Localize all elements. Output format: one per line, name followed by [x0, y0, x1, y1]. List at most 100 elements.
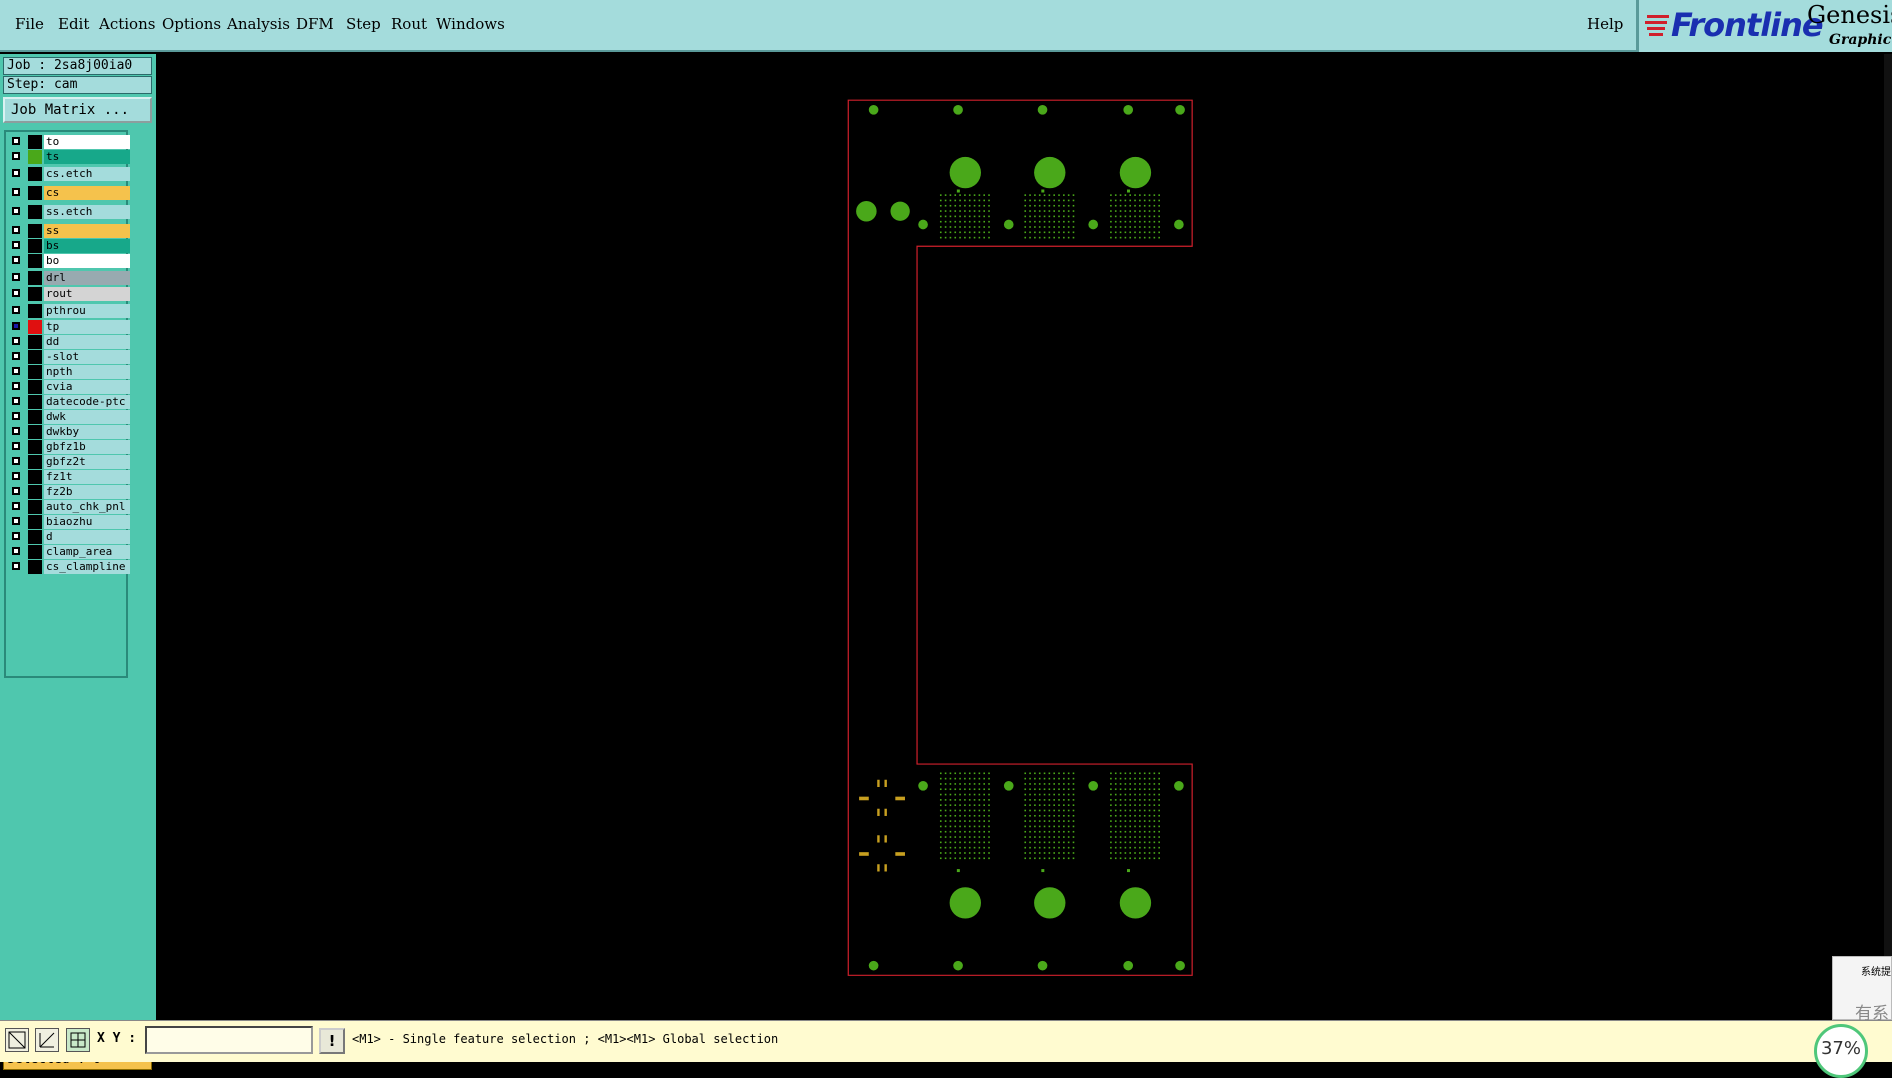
graphic-canvas[interactable] — [156, 54, 1884, 1020]
job-matrix-button[interactable]: Job Matrix ... — [3, 97, 152, 123]
layer-name[interactable]: cs_clampline — [44, 560, 130, 574]
layer-row[interactable]: dwk — [8, 410, 130, 424]
layer-color-swatch[interactable] — [28, 320, 42, 334]
layer-checkbox[interactable] — [12, 532, 20, 540]
layer-color-swatch[interactable] — [28, 395, 42, 409]
layer-color-swatch[interactable] — [28, 365, 42, 379]
layer-checkbox[interactable] — [12, 412, 20, 420]
layer-name[interactable]: drl — [44, 271, 130, 285]
layer-checkbox[interactable] — [12, 226, 20, 234]
layer-checkbox[interactable] — [12, 273, 20, 281]
layer-row[interactable]: cs_clampline — [8, 560, 130, 574]
layer-checkbox[interactable] — [12, 256, 20, 264]
layer-checkbox[interactable] — [12, 487, 20, 495]
layer-checkbox[interactable] — [12, 472, 20, 480]
layer-row[interactable]: npth — [8, 365, 130, 379]
layer-name[interactable]: dwk — [44, 410, 130, 424]
layer-row[interactable]: bs — [8, 239, 130, 253]
layer-name[interactable]: to — [44, 135, 130, 149]
layer-row[interactable]: ss.etch — [8, 205, 130, 219]
layer-name[interactable]: biaozhu — [44, 515, 130, 529]
layer-row[interactable]: dwkby — [8, 425, 130, 439]
layer-color-swatch[interactable] — [28, 167, 42, 181]
layer-row[interactable]: ss — [8, 224, 130, 238]
layer-row[interactable]: gbfz2t — [8, 455, 130, 469]
layer-color-swatch[interactable] — [28, 410, 42, 424]
layer-checkbox[interactable] — [12, 502, 20, 510]
grid-icon[interactable] — [66, 1028, 90, 1052]
menu-analysis[interactable]: Analysis — [227, 15, 290, 33]
zoom-window-icon[interactable] — [5, 1028, 29, 1052]
layer-color-swatch[interactable] — [28, 254, 42, 268]
layer-name[interactable]: d — [44, 530, 130, 544]
layer-checkbox[interactable] — [12, 306, 20, 314]
layer-row[interactable]: clamp_area — [8, 545, 130, 559]
layer-checkbox[interactable] — [12, 562, 20, 570]
layer-name[interactable]: dwkby — [44, 425, 130, 439]
layer-checkbox[interactable] — [12, 152, 20, 160]
layer-name[interactable]: gbfz2t — [44, 455, 130, 469]
layer-row[interactable]: gbfz1b — [8, 440, 130, 454]
layer-name[interactable]: bs — [44, 239, 130, 253]
layer-checkbox[interactable] — [12, 547, 20, 555]
layer-checkbox[interactable] — [12, 397, 20, 405]
layer-color-swatch[interactable] — [28, 304, 42, 318]
menu-help[interactable]: Help — [1587, 15, 1623, 33]
layer-row[interactable]: rout — [8, 287, 130, 301]
system-notification-popup[interactable]: 系统提 有系 — [1832, 956, 1892, 1024]
layer-name[interactable]: clamp_area — [44, 545, 130, 559]
layer-row[interactable]: cs.etch — [8, 167, 130, 181]
layer-color-swatch[interactable] — [28, 380, 42, 394]
layer-checkbox[interactable] — [12, 367, 20, 375]
menu-rout[interactable]: Rout — [391, 15, 427, 33]
menu-windows[interactable]: Windows — [436, 15, 505, 33]
layer-color-swatch[interactable] — [28, 470, 42, 484]
layer-row[interactable]: cs — [8, 186, 130, 200]
layer-row[interactable]: fz2b — [8, 485, 130, 499]
layer-color-swatch[interactable] — [28, 560, 42, 574]
layer-row[interactable]: dd — [8, 335, 130, 349]
layer-checkbox[interactable] — [12, 442, 20, 450]
layer-color-swatch[interactable] — [28, 530, 42, 544]
layer-checkbox[interactable] — [12, 427, 20, 435]
layer-name[interactable]: datecode-ptc — [44, 395, 130, 409]
layer-checkbox[interactable] — [12, 457, 20, 465]
layer-checkbox[interactable] — [12, 337, 20, 345]
layer-name[interactable]: -slot — [44, 350, 130, 364]
layer-color-swatch[interactable] — [28, 271, 42, 285]
warning-icon[interactable]: ! — [319, 1028, 345, 1054]
layer-color-swatch[interactable] — [28, 425, 42, 439]
layer-checkbox[interactable] — [12, 289, 20, 297]
layer-row[interactable]: tp — [8, 320, 130, 334]
layer-row[interactable]: cvia — [8, 380, 130, 394]
layer-checkbox[interactable] — [12, 188, 20, 196]
layer-color-swatch[interactable] — [28, 500, 42, 514]
layer-name[interactable]: gbfz1b — [44, 440, 130, 454]
menu-options[interactable]: Options — [162, 15, 221, 33]
layer-color-swatch[interactable] — [28, 350, 42, 364]
menu-actions[interactable]: Actions — [99, 15, 155, 33]
layer-checkbox[interactable] — [12, 137, 20, 145]
layer-name[interactable]: cvia — [44, 380, 130, 394]
layer-checkbox[interactable] — [12, 241, 20, 249]
layer-row[interactable]: pthrou — [8, 304, 130, 318]
layer-name[interactable]: fz1t — [44, 470, 130, 484]
performance-meter[interactable]: 37% — [1814, 1024, 1868, 1078]
layer-row[interactable]: drl — [8, 271, 130, 285]
layer-row[interactable]: biaozhu — [8, 515, 130, 529]
layer-row[interactable]: to — [8, 135, 130, 149]
layer-color-swatch[interactable] — [28, 335, 42, 349]
layer-row[interactable]: bo — [8, 254, 130, 268]
layer-color-swatch[interactable] — [28, 485, 42, 499]
layer-color-swatch[interactable] — [28, 135, 42, 149]
layer-name[interactable]: npth — [44, 365, 130, 379]
layer-name[interactable]: pthrou — [44, 304, 130, 318]
layer-name[interactable]: dd — [44, 335, 130, 349]
layer-checkbox[interactable] — [12, 352, 20, 360]
menu-step[interactable]: Step — [346, 15, 381, 33]
layer-row[interactable]: -slot — [8, 350, 130, 364]
layer-name[interactable]: auto_chk_pnl — [44, 500, 130, 514]
layer-checkbox[interactable] — [12, 207, 20, 215]
layer-color-swatch[interactable] — [28, 287, 42, 301]
layer-row[interactable]: auto_chk_pnl — [8, 500, 130, 514]
